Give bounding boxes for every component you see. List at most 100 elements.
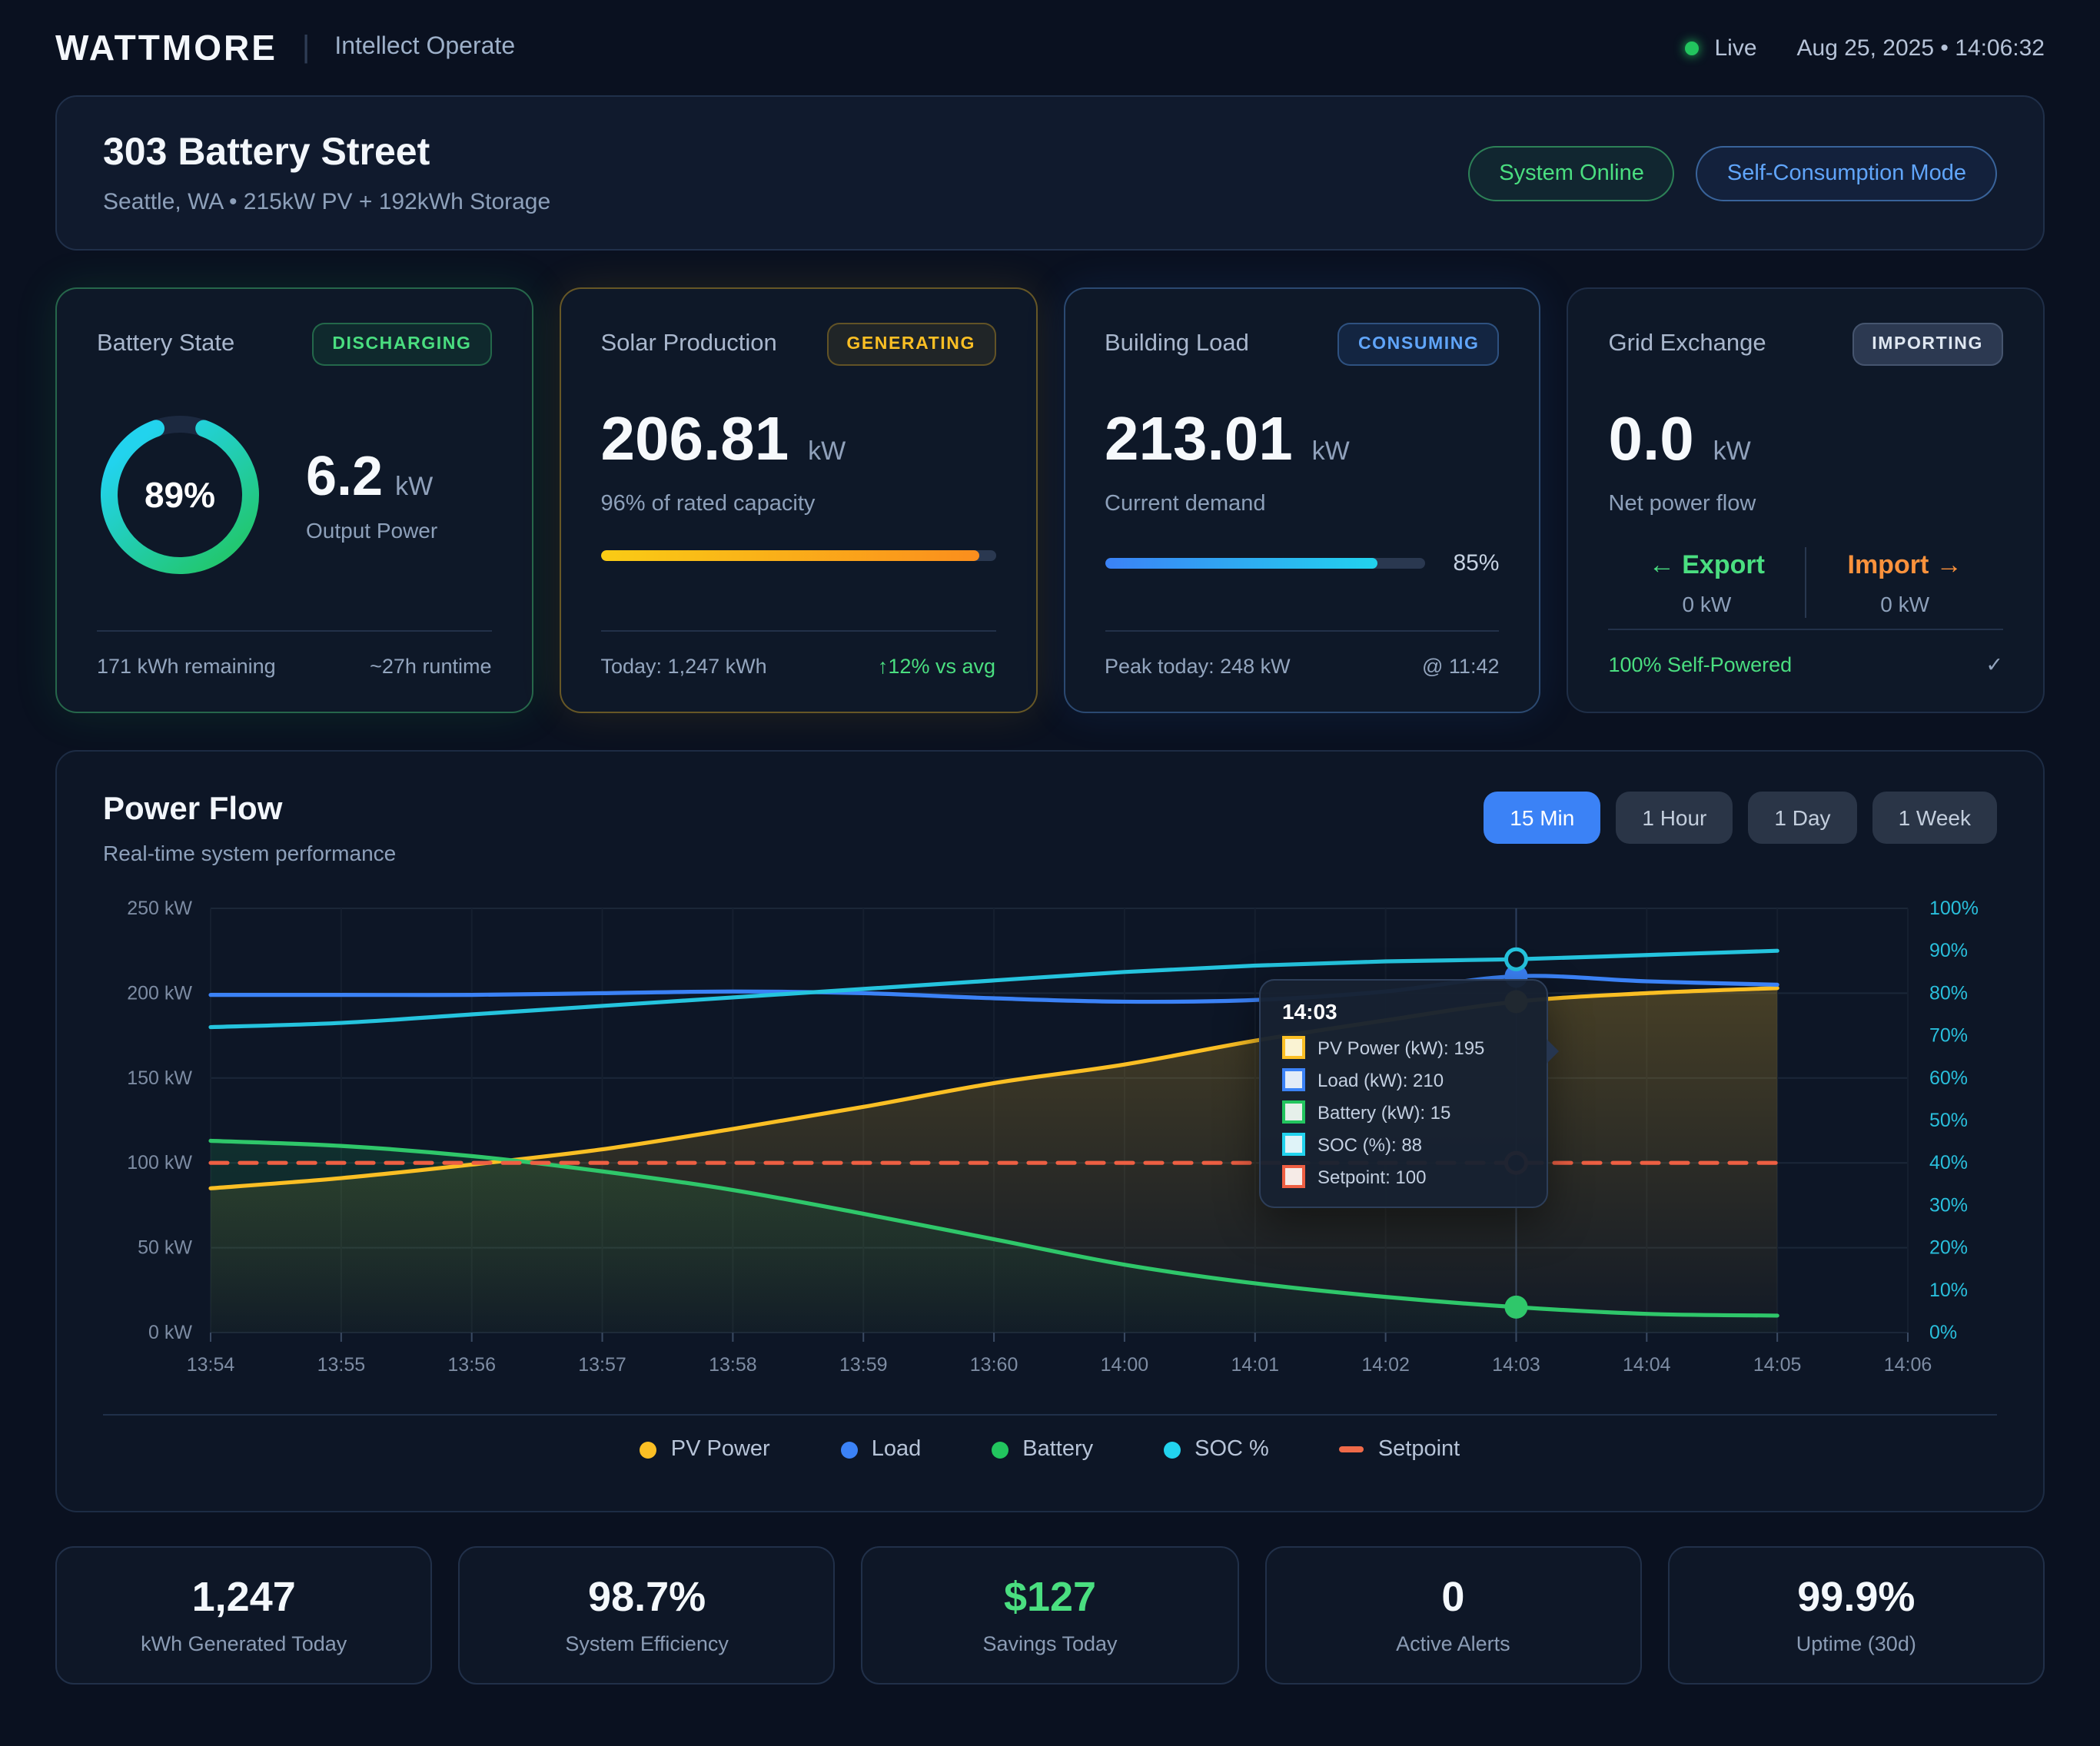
chart-wrapper: 250 kW200 kW150 kW100 kW50 kW0 kW100%90%… bbox=[103, 884, 1997, 1411]
grid-exchange-card: Grid Exchange IMPORTING 0.0 kW Net power… bbox=[1567, 287, 2045, 713]
solar-card-header: Solar Production GENERATING bbox=[601, 323, 996, 366]
datetime-label: Aug 25, 2025 • 14:06:32 bbox=[1797, 35, 2045, 61]
legend-item-setpoint[interactable]: Setpoint bbox=[1340, 1437, 1460, 1462]
battery-output: 6.2kW Output Power bbox=[306, 448, 437, 542]
grid-unit: kW bbox=[1713, 436, 1751, 466]
legend-item-battery[interactable]: Battery bbox=[992, 1437, 1093, 1462]
svg-text:50%: 50% bbox=[1929, 1110, 1968, 1131]
self-consumption-mode-badge[interactable]: Self-Consumption Mode bbox=[1696, 145, 1997, 201]
svg-text:13:54: 13:54 bbox=[187, 1354, 235, 1376]
battery-card-footer: 171 kWh remaining ~27h runtime bbox=[97, 655, 492, 678]
chart-tooltip: 14:03 PV Power (kW): 195Load (kW): 210Ba… bbox=[1259, 979, 1548, 1208]
battery-soc-value: 89% bbox=[97, 412, 263, 578]
solar-value: 206.81 bbox=[601, 406, 789, 473]
tooltip-row: PV Power (kW): 195 bbox=[1282, 1036, 1525, 1059]
solar-production-card: Solar Production GENERATING 206.81 kW 96… bbox=[560, 287, 1038, 713]
svg-text:70%: 70% bbox=[1929, 1025, 1968, 1047]
chart-legend: PV Power Load Battery SOC % Setpoint bbox=[103, 1414, 1997, 1462]
solar-vs-avg-label: ↑12% vs avg bbox=[878, 655, 995, 678]
system-online-badge: System Online bbox=[1468, 145, 1675, 201]
stat-value: 98.7% bbox=[588, 1576, 706, 1618]
battery-status-badge: DISCHARGING bbox=[312, 323, 491, 366]
grid-import-value: 0 kW bbox=[1806, 591, 2003, 616]
range-button-1-week[interactable]: 1 Week bbox=[1872, 792, 1997, 844]
battery-state-card: Battery State DISCHARGING bbox=[55, 287, 533, 713]
tooltip-row-label: SOC (%): 88 bbox=[1317, 1134, 1422, 1155]
stat-card-active-alerts: 0Active Alerts bbox=[1264, 1546, 1641, 1685]
power-flow-title: Power Flow bbox=[103, 792, 396, 828]
legend-dot-icon bbox=[992, 1441, 1008, 1458]
solar-progress-fill bbox=[601, 550, 980, 561]
stat-value: 0 bbox=[1441, 1576, 1464, 1618]
battery-soc-ring: 89% bbox=[97, 412, 263, 578]
solar-card-footer: Today: 1,247 kWh ↑12% vs avg bbox=[601, 655, 996, 678]
solar-card-divider bbox=[601, 630, 996, 632]
solar-card-title: Solar Production bbox=[601, 330, 777, 358]
battery-runtime-label: ~27h runtime bbox=[370, 655, 491, 678]
grid-import-column: Import → 0 kW bbox=[1806, 549, 2003, 616]
svg-text:20%: 20% bbox=[1929, 1237, 1968, 1259]
grid-check-icon: ✓ bbox=[1985, 653, 2003, 678]
range-button-1-day[interactable]: 1 Day bbox=[1748, 792, 1856, 844]
power-flow-subtitle: Real-time system performance bbox=[103, 841, 396, 865]
grid-card-header: Grid Exchange IMPORTING bbox=[1609, 323, 2004, 366]
svg-text:14:01: 14:01 bbox=[1231, 1354, 1279, 1376]
tooltip-arrow-icon bbox=[1547, 1039, 1559, 1064]
load-card-header: Building Load CONSUMING bbox=[1105, 323, 1500, 366]
legend-item-load[interactable]: Load bbox=[841, 1437, 922, 1462]
battery-output-value: 6.2kW bbox=[306, 448, 437, 503]
stat-label: System Efficiency bbox=[565, 1631, 729, 1655]
tooltip-row-label: Battery (kW): 15 bbox=[1317, 1101, 1450, 1123]
header-status-group: Live Aug 25, 2025 • 14:06:32 bbox=[1685, 35, 2045, 61]
svg-text:14:04: 14:04 bbox=[1623, 1354, 1671, 1376]
svg-text:0 kW: 0 kW bbox=[148, 1322, 192, 1343]
svg-text:60%: 60% bbox=[1929, 1067, 1968, 1089]
tooltip-time: 14:03 bbox=[1282, 999, 1525, 1024]
tooltip-row: Battery (kW): 15 bbox=[1282, 1100, 1525, 1124]
stat-card-savings-today: $127Savings Today bbox=[862, 1546, 1238, 1685]
battery-output-label: Output Power bbox=[306, 517, 437, 542]
stat-card-kwh-generated-today: 1,247kWh Generated Today bbox=[55, 1546, 432, 1685]
brand-logo: WATTMORE bbox=[55, 27, 277, 68]
tooltip-swatch-icon bbox=[1282, 1165, 1305, 1188]
battery-card-body: 89% 6.2kW Output Power bbox=[97, 412, 492, 578]
site-subtitle: Seattle, WA • 215kW PV + 192kWh Storage bbox=[103, 189, 550, 215]
tooltip-rows: PV Power (kW): 195Load (kW): 210Battery … bbox=[1282, 1036, 1525, 1188]
grid-export-label: ← Export bbox=[1609, 549, 1806, 580]
stat-label: kWh Generated Today bbox=[141, 1631, 347, 1655]
load-progress-fill bbox=[1105, 558, 1377, 569]
tooltip-row: SOC (%): 88 bbox=[1282, 1133, 1525, 1156]
legend-item-pv-power[interactable]: PV Power bbox=[640, 1437, 770, 1462]
svg-text:50 kW: 50 kW bbox=[138, 1237, 192, 1259]
svg-text:100 kW: 100 kW bbox=[127, 1152, 192, 1173]
grid-value: 0.0 bbox=[1609, 406, 1694, 473]
load-progress-percent: 85% bbox=[1426, 550, 1500, 576]
load-peak-label: Peak today: 248 kW bbox=[1105, 655, 1291, 678]
battery-output-unit: kW bbox=[395, 471, 433, 500]
svg-text:13:60: 13:60 bbox=[970, 1354, 1018, 1376]
svg-text:40%: 40% bbox=[1929, 1152, 1968, 1173]
top-bar: WATTMORE | Intellect Operate Live Aug 25… bbox=[55, 0, 2045, 95]
solar-unit: kW bbox=[808, 436, 846, 466]
battery-card-title: Battery State bbox=[97, 330, 234, 358]
grid-status-badge: IMPORTING bbox=[1852, 323, 2003, 366]
svg-text:150 kW: 150 kW bbox=[127, 1067, 192, 1089]
site-badges: System Online Self-Consumption Mode bbox=[1468, 145, 1997, 201]
range-button-1-hour[interactable]: 1 Hour bbox=[1616, 792, 1733, 844]
power-flow-chart[interactable]: 250 kW200 kW150 kW100 kW50 kW0 kW100%90%… bbox=[103, 884, 2000, 1403]
range-button-15-min[interactable]: 15 Min bbox=[1484, 792, 1600, 844]
load-status-badge: CONSUMING bbox=[1338, 323, 1500, 366]
svg-text:250 kW: 250 kW bbox=[127, 898, 192, 919]
svg-text:13:56: 13:56 bbox=[447, 1354, 496, 1376]
svg-text:14:03: 14:03 bbox=[1492, 1354, 1540, 1376]
legend-item-soc-[interactable]: SOC % bbox=[1164, 1437, 1269, 1462]
svg-text:14:05: 14:05 bbox=[1753, 1354, 1802, 1376]
tooltip-swatch-icon bbox=[1282, 1068, 1305, 1091]
grid-card-divider bbox=[1609, 629, 2004, 630]
dashboard: WATTMORE | Intellect Operate Live Aug 25… bbox=[0, 0, 2100, 1746]
load-card-title: Building Load bbox=[1105, 330, 1249, 358]
load-demand-label: Current demand bbox=[1105, 492, 1500, 516]
load-value-row: 213.01 kW bbox=[1105, 409, 1500, 470]
svg-text:14:06: 14:06 bbox=[1884, 1354, 1932, 1376]
grid-card-title: Grid Exchange bbox=[1609, 330, 1766, 358]
